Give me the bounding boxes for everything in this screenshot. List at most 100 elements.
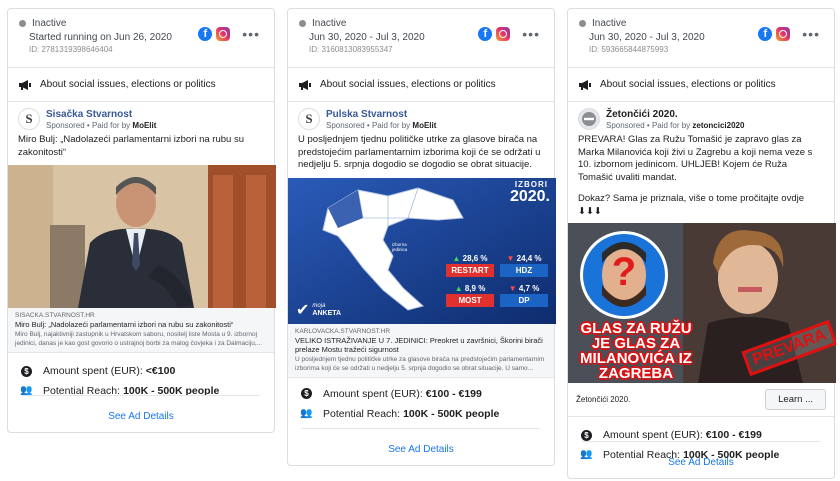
- amount-value: <€100: [145, 365, 176, 377]
- advertiser-avatar[interactable]: S: [18, 108, 40, 130]
- reach-label: Potential Reach:: [323, 407, 401, 420]
- ad-image-poll[interactable]: 7. izborna jedinica IZBORI 2020. ✔ moja …: [288, 177, 556, 324]
- library-id: ID: 2781319398646404: [29, 45, 113, 54]
- ad-image-meme[interactable]: ? GLAS ZA RUŽU JE GLAS ZA MILANOVIĆA IZ …: [568, 223, 836, 383]
- instagram-icon: [496, 27, 511, 41]
- cta-row: Žetončići 2020. Learn ...: [568, 383, 834, 417]
- poll-results: ▲ 28,6 % RESTART ▼ 24,4 % HDZ ▲ 8,9 % MO…: [446, 254, 548, 307]
- amount-label: Amount spent (EUR):: [603, 429, 703, 441]
- category-label: About social issues, elections or politi…: [320, 79, 496, 90]
- learn-more-button[interactable]: Learn ...: [765, 389, 826, 410]
- advertiser-name[interactable]: Sisačka Stvarnost: [46, 109, 156, 120]
- amount-label: Amount spent (EUR):: [323, 387, 423, 400]
- category-row: About social issues, elections or politi…: [568, 68, 834, 101]
- payer-name: zetoncici2020: [692, 120, 745, 130]
- link-title: VELIKO ISTRAŽIVANJE U 7. JEDINICI: Preok…: [295, 335, 543, 354]
- link-preview[interactable]: SISACKA.STVARNOST.HR Miro Bulj: „Nadolaz…: [8, 308, 274, 353]
- advertiser-name[interactable]: Žetončići 2020.: [606, 109, 744, 120]
- party-name: HDZ: [500, 263, 548, 277]
- checkmark-icon: ✔: [296, 301, 310, 319]
- category-label: About social issues, elections or politi…: [600, 79, 776, 90]
- payer-name: MoElit: [412, 120, 437, 130]
- party-pct: 24,4 %: [516, 253, 542, 263]
- instagram-icon: [216, 27, 231, 41]
- inactive-dot-icon: [19, 20, 26, 27]
- sponsored-line: Sponsored • Paid for by MoElit: [46, 121, 156, 130]
- brand-line2: ANKETA: [312, 309, 342, 317]
- status-label: Inactive: [312, 18, 347, 29]
- amount-value: €100 - €199: [425, 387, 482, 400]
- people-icon: 👥: [300, 407, 313, 419]
- party-pct: 28,6 %: [462, 253, 488, 263]
- no-entry-avatar-icon[interactable]: [578, 108, 600, 130]
- link-description: Miro Bulj, najaktivniji zastupnik u Hrva…: [15, 331, 263, 347]
- see-ad-details-link[interactable]: See Ad Details: [568, 457, 834, 468]
- money-icon: $: [21, 365, 32, 377]
- payer-name: MoElit: [132, 120, 157, 130]
- link-title: Miro Bulj: „Nadolazeći parlamentarni izb…: [15, 320, 234, 329]
- party-result: ▲ 28,6 % RESTART: [446, 254, 494, 277]
- district-sub: izborna jedinica: [392, 241, 408, 252]
- more-options-icon[interactable]: •••: [802, 27, 820, 41]
- money-icon: $: [581, 429, 592, 441]
- advertiser-avatar[interactable]: S: [298, 108, 320, 130]
- meme-overlay-text: GLAS ZA RUŽU JE GLAS ZA MILANOVIĆA IZ ZA…: [580, 320, 692, 382]
- party-name: RESTART: [446, 263, 494, 277]
- trend-down-icon: ▼: [508, 283, 517, 293]
- sponsored-prefix: Sponsored • Paid for by: [326, 120, 413, 130]
- party-name: DP: [500, 293, 548, 307]
- link-description: U posljednjem tjednu političke utrke za …: [295, 355, 545, 372]
- ad-card: Inactive Jun 30, 2020 - Jul 3, 2020 ID: …: [567, 8, 836, 479]
- inactive-dot-icon: [299, 20, 306, 27]
- party-pct: 4,7 %: [518, 283, 540, 293]
- advertiser-row: Žetončići 2020. Sponsored • Paid for by …: [568, 102, 834, 130]
- status-label: Inactive: [592, 18, 627, 29]
- sponsored-line: Sponsored • Paid for by MoElit: [326, 121, 436, 130]
- party-result: ▼ 4,7 % DP: [500, 280, 548, 307]
- trend-up-icon: ▲: [454, 283, 463, 293]
- trend-down-icon: ▼: [506, 253, 515, 263]
- more-options-icon[interactable]: •••: [522, 27, 540, 41]
- advertiser-name[interactable]: Pulska Stvarnost: [326, 109, 436, 120]
- reach-row: 👥 Potential Reach: 100K - 500K people: [8, 381, 274, 401]
- district-number: 7.: [370, 237, 385, 257]
- instagram-icon: [776, 27, 791, 41]
- cta-caption: Žetončići 2020.: [576, 395, 631, 404]
- money-icon: $: [301, 388, 312, 399]
- party-result: ▼ 24,4 % HDZ: [500, 254, 548, 277]
- facebook-icon: f: [198, 27, 213, 41]
- reach-row: 👥 Potential Reach: 100K - 500K people: [288, 404, 554, 424]
- category-label: About social issues, elections or politi…: [40, 79, 216, 90]
- sponsored-prefix: Sponsored • Paid for by: [606, 120, 693, 130]
- divider: [582, 441, 820, 442]
- platforms: f •••: [198, 27, 260, 41]
- ad-text-secondary: Dokaz? Sama je priznala, više o tome pro…: [578, 193, 805, 217]
- link-domain: SISACKA.STVARNOST.HR: [15, 312, 95, 319]
- platforms: f •••: [758, 27, 820, 41]
- megaphone-icon: [299, 79, 311, 90]
- status-row: Inactive: [568, 9, 834, 29]
- trend-up-icon: ▲: [452, 253, 461, 263]
- ad-card: Inactive Jun 30, 2020 - Jul 3, 2020 ID: …: [287, 8, 556, 466]
- advertiser-row: S Sisačka Stvarnost Sponsored • Paid for…: [8, 102, 274, 130]
- divider: [302, 428, 540, 429]
- ad-card: Inactive Started running on Jun 26, 2020…: [7, 8, 276, 433]
- brand-line1: moja: [312, 302, 326, 309]
- ad-text: U posljednjem tjednu političke utrke za …: [298, 134, 541, 170]
- category-row: About social issues, elections or politi…: [8, 68, 274, 101]
- advertiser-row: S Pulska Stvarnost Sponsored • Paid for …: [288, 102, 554, 130]
- more-options-icon[interactable]: •••: [242, 27, 260, 41]
- reach-value: 100K - 500K people: [403, 407, 500, 420]
- library-id: ID: 593665844875993: [589, 45, 669, 54]
- ad-image-politician[interactable]: [8, 165, 276, 308]
- amount-spent-row: $ Amount spent (EUR): €100 - €199: [288, 384, 554, 404]
- party-pct: 8,9 %: [464, 283, 486, 293]
- megaphone-icon: [19, 79, 31, 90]
- see-ad-details-link[interactable]: See Ad Details: [8, 411, 274, 422]
- status-row: Inactive: [8, 9, 274, 29]
- poll-brand: ✔ moja ANKETA: [296, 300, 341, 320]
- link-preview[interactable]: KARLOVACKA.STVARNOST.HR VELIKO ISTRAŽIVA…: [288, 323, 554, 378]
- politician-photo: [8, 165, 276, 308]
- party-name: MOST: [446, 293, 494, 307]
- see-ad-details-link[interactable]: See Ad Details: [288, 444, 554, 455]
